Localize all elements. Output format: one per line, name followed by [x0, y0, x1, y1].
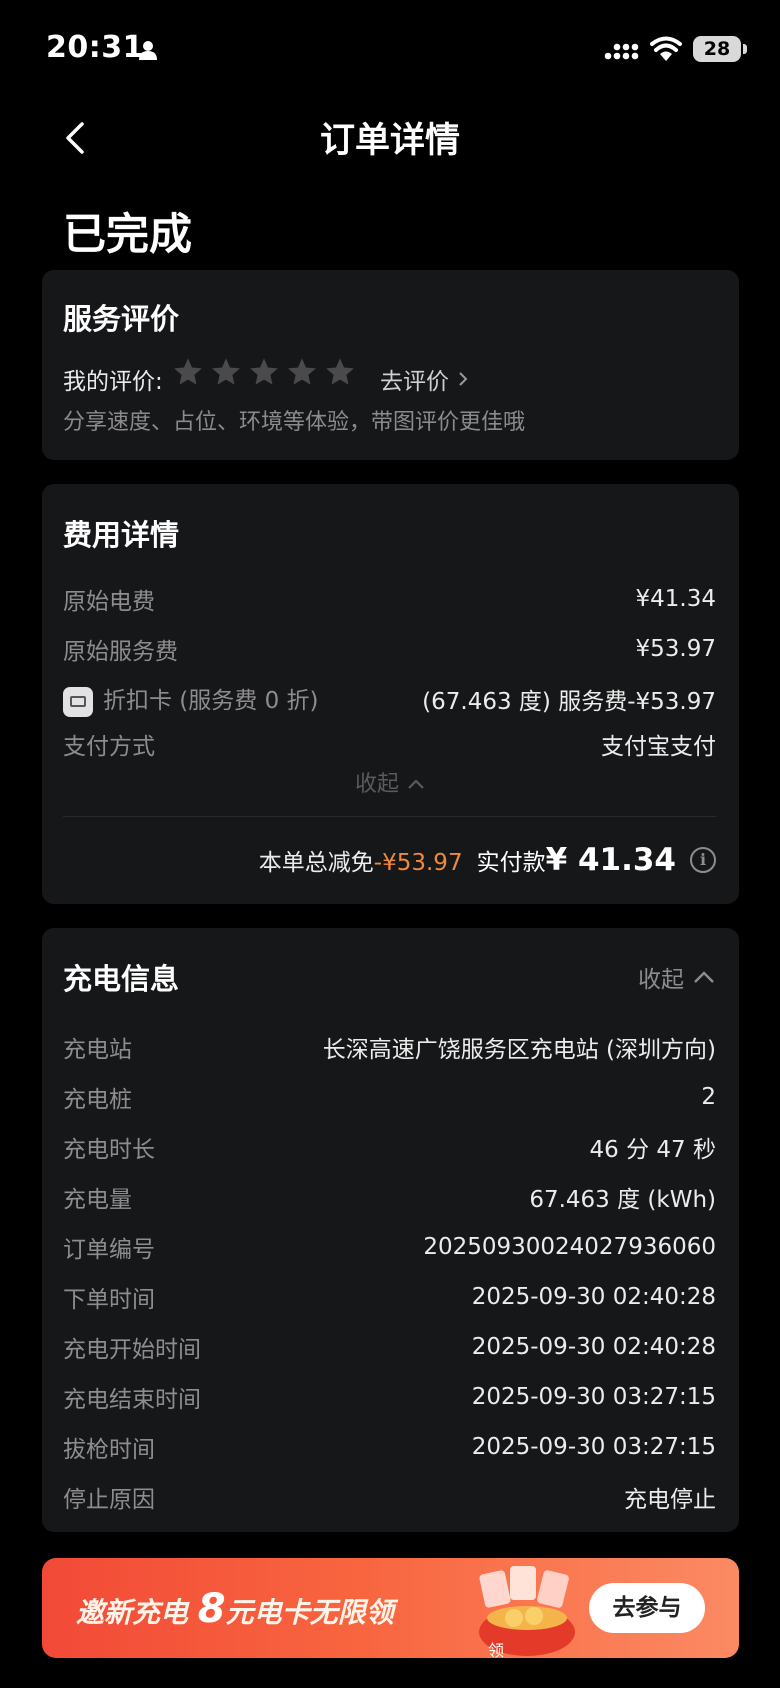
charging-value: 2 — [701, 1084, 716, 1110]
fee-row-discount-card: 折扣卡 (服务费 0 折) (67.463 度) 服务费-¥53.97 — [63, 681, 716, 717]
fee-value: (67.463 度) 服务费-¥53.97 — [422, 688, 716, 715]
charging-card: 充电信息 收起 充电站 长深高速广饶服务区充电站 (深圳方向) 充电桩 2 充电时长… — [42, 928, 739, 1532]
charging-value: 长深高速广饶服务区充电站 (深圳方向) — [322, 1037, 716, 1063]
charging-title: 充电信息 — [63, 962, 180, 996]
status-time: 20:31 — [46, 30, 144, 65]
charging-row: 订单编号 20250930024027936060 — [63, 1230, 716, 1264]
star-icon[interactable] — [248, 356, 280, 388]
star-icon[interactable] — [172, 356, 204, 388]
charging-row: 充电桩 2 — [63, 1080, 716, 1114]
fee-value: ¥53.97 — [635, 636, 716, 662]
charging-row: 停止原因 充电停止 — [63, 1480, 716, 1514]
rating-title: 服务评价 — [63, 302, 180, 336]
fee-divider — [63, 816, 716, 817]
charging-value: 46 分 47 秒 — [589, 1137, 716, 1163]
cellular-signal-icon — [604, 43, 639, 60]
charging-row: 下单时间 2025-09-30 02:40:28 — [63, 1280, 716, 1314]
person-icon — [139, 41, 157, 60]
total-discount-value: -¥53.97 — [373, 850, 463, 876]
go-rate-link[interactable]: 去评价 — [380, 362, 469, 396]
order-status: 已完成 — [63, 210, 192, 260]
fee-label: 支付方式 — [63, 734, 155, 760]
charging-label: 充电桩 — [63, 1087, 132, 1113]
paid-amount: 实付款¥ 41.34 — [477, 842, 676, 878]
fee-label: 折扣卡 (服务费 0 折) — [103, 688, 319, 714]
fee-card: 费用详情 原始电费 ¥41.34 原始服务费 ¥53.97 折扣卡 (服务费 0… — [42, 484, 739, 904]
rating-stars[interactable] — [172, 356, 356, 388]
paid-value: ¥ 41.34 — [545, 842, 676, 878]
charging-row: 充电结束时间 2025-09-30 03:27:15 — [63, 1380, 716, 1414]
fee-title: 费用详情 — [63, 518, 180, 552]
charging-value: 充电停止 — [624, 1487, 716, 1513]
chevron-up-icon — [408, 779, 424, 789]
charging-value: 2025-09-30 02:40:28 — [471, 1334, 716, 1360]
join-button[interactable]: 去参与 — [589, 1583, 705, 1633]
charging-row: 拔枪时间 2025-09-30 03:27:15 — [63, 1430, 716, 1464]
paid-label: 实付款 — [476, 850, 546, 876]
charging-value: 67.463 度 (kWh) — [529, 1187, 716, 1213]
star-icon[interactable] — [286, 356, 318, 388]
fee-total: 本单总减免-¥53.97 实付款¥ 41.34 i — [259, 842, 716, 878]
banner-text-suffix: 元电卡无限领 — [225, 1596, 394, 1629]
page-title: 订单详情 — [319, 121, 460, 161]
status-bar: 20:31 28 — [0, 0, 780, 100]
fee-collapse-label: 收起 — [354, 772, 399, 797]
charging-value: 2025-09-30 03:27:15 — [471, 1384, 716, 1410]
promo-banner[interactable]: 邀新充电 8元电卡无限领 领 去参与 — [42, 1558, 739, 1658]
charging-collapse-label: 收起 — [638, 967, 684, 993]
charging-row: 充电量 67.463 度 (kWh) — [63, 1180, 716, 1214]
charging-value: 2025-09-30 02:40:28 — [471, 1284, 716, 1310]
charging-label: 订单编号 — [63, 1237, 155, 1263]
star-icon[interactable] — [324, 356, 356, 388]
total-discount-label: 本单总减免 — [258, 850, 374, 876]
banner-text: 邀新充电 8元电卡无限领 — [76, 1586, 394, 1632]
charging-row: 充电开始时间 2025-09-30 02:40:28 — [63, 1330, 716, 1364]
charging-row: 充电时长 46 分 47 秒 — [63, 1130, 716, 1164]
fee-row-payment-method: 支付方式 支付宝支付 — [63, 727, 716, 761]
charging-collapse-toggle[interactable]: 收起 — [638, 960, 716, 994]
fee-collapse-toggle[interactable]: 收起 — [42, 766, 739, 798]
chevron-up-icon — [694, 971, 714, 983]
wifi-icon — [650, 36, 682, 61]
battery-indicator: 28 — [693, 36, 741, 62]
discount-card-icon — [63, 686, 93, 717]
chevron-right-icon — [459, 372, 468, 386]
charging-label: 停止原因 — [63, 1487, 155, 1513]
fee-row-service: 原始服务费 ¥53.97 — [63, 632, 716, 666]
fee-value: 支付宝支付 — [601, 734, 716, 760]
info-icon[interactable]: i — [690, 847, 716, 873]
gift-label: 领 — [488, 1641, 504, 1658]
fee-label: 原始电费 — [63, 589, 155, 615]
charging-label: 充电时长 — [63, 1137, 155, 1163]
charging-label: 下单时间 — [63, 1287, 155, 1313]
banner-text-prefix: 邀新充电 — [76, 1596, 189, 1629]
charging-label: 拔枪时间 — [63, 1437, 155, 1463]
charging-label: 充电站 — [63, 1037, 132, 1063]
star-icon[interactable] — [210, 356, 242, 388]
banner-amount: 8 — [197, 1586, 226, 1632]
charging-label: 充电结束时间 — [63, 1387, 201, 1413]
total-discount: 本单总减免-¥53.97 — [259, 843, 463, 877]
charging-row: 充电站 长深高速广饶服务区充电站 (深圳方向) — [63, 1030, 716, 1064]
battery-tip — [743, 44, 747, 54]
charging-label: 充电开始时间 — [63, 1337, 201, 1363]
discount-card-label-wrap: 折扣卡 (服务费 0 折) — [63, 681, 319, 717]
fee-value: ¥41.34 — [635, 586, 716, 612]
fee-row-electricity: 原始电费 ¥41.34 — [63, 582, 716, 616]
charging-value: 2025-09-30 03:27:15 — [471, 1434, 716, 1460]
go-rate-label: 去评价 — [380, 369, 449, 395]
charging-value: 20250930024027936060 — [423, 1234, 716, 1260]
my-rating-label: 我的评价: — [63, 369, 163, 395]
charging-label: 充电量 — [63, 1187, 132, 1213]
fee-label: 原始服务费 — [63, 639, 178, 665]
rating-hint: 分享速度、占位、环境等体验，带图评价更佳哦 — [63, 410, 526, 435]
